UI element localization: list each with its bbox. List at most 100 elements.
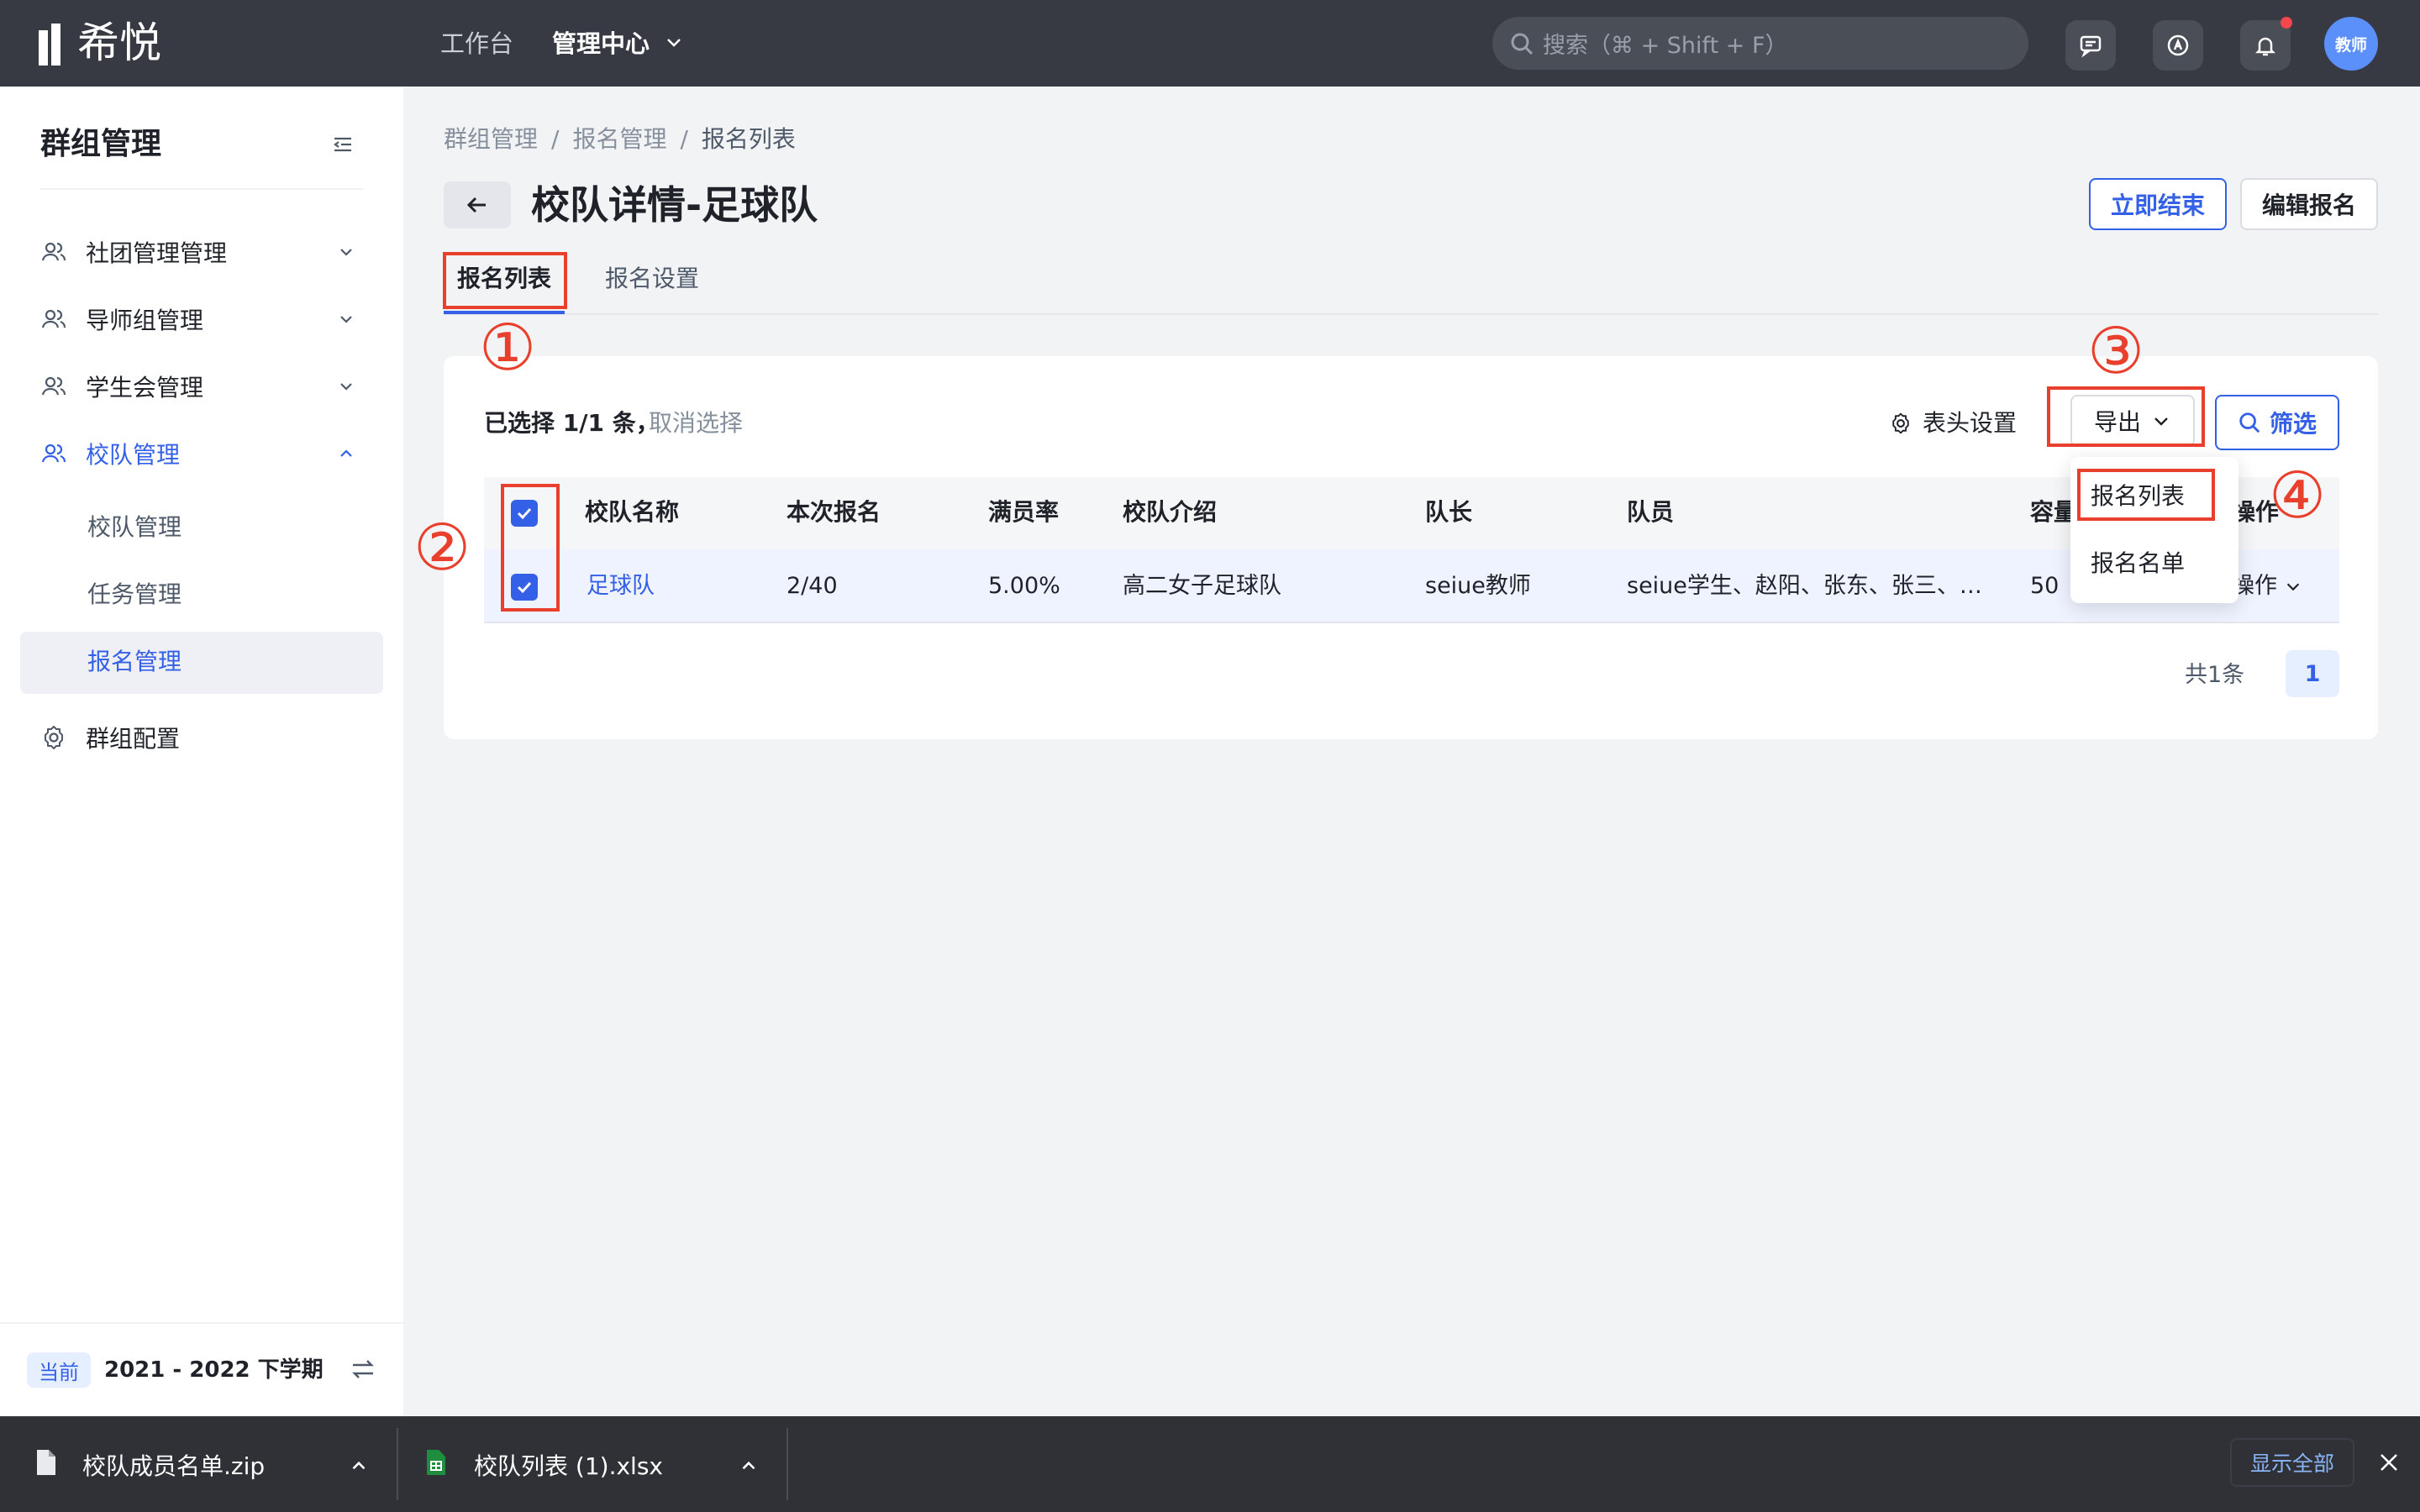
cell-members: seiue学生、赵阳、张东、张三、… [1627, 573, 1982, 599]
sidebar-subitem-team-manage[interactable]: 校队管理 [87, 511, 182, 544]
gear-icon [45, 726, 63, 749]
notification-dot [2281, 17, 2292, 29]
search-input[interactable]: 搜索（⌘ + Shift + F） [1492, 17, 2028, 70]
breadcrumb-sep: / [680, 125, 688, 153]
spreadsheet-icon [425, 1448, 447, 1477]
breadcrumb-sep: / [551, 125, 560, 153]
download-item-name[interactable]: 校队列表 (1).xlsx [474, 1450, 663, 1483]
chevron-down-icon [2286, 583, 2300, 591]
annotation-box-tab [443, 252, 567, 309]
sidebar-item-label: 校队管理 [86, 441, 181, 469]
search-icon [2239, 412, 2260, 433]
annotation-box-checkbox [501, 484, 560, 612]
search-icon [1511, 33, 1534, 55]
column-setting-label: 表头设置 [1923, 409, 2018, 437]
compass-icon [2167, 34, 2189, 56]
column-setting-button[interactable]: 表头设置 [1889, 407, 2017, 440]
swap-icon[interactable] [350, 1357, 376, 1381]
collapse-sidebar-icon[interactable] [331, 133, 355, 156]
sidebar-item-label: 学生会管理 [86, 374, 204, 402]
sidebar-subitem-task[interactable]: 任务管理 [87, 578, 182, 612]
export-option-roster[interactable]: 报名名单 [2091, 547, 2185, 580]
term-label: 2021 - 2022 下学期 [104, 1357, 324, 1383]
pagination-total: 共1条 [2185, 662, 2245, 688]
sidebar-item-mentor[interactable]: 导师组管理 [40, 301, 203, 338]
annotation-box-export-option [2077, 469, 2215, 521]
column-header: 校队介绍 [1123, 498, 1218, 526]
column-header: 队长 [1425, 498, 1473, 526]
chevron-down-icon[interactable] [336, 242, 356, 262]
avatar[interactable]: 教师 [2324, 17, 2378, 71]
filter-button[interactable]: 筛选 [2215, 395, 2339, 450]
row-action-label: 操作 [2232, 573, 2277, 599]
download-item-name[interactable]: 校队成员名单.zip [82, 1450, 265, 1483]
annotation-box-export [2047, 386, 2205, 447]
download-separator [786, 1428, 788, 1500]
nav-admin-center[interactable]: 管理中心 [552, 27, 650, 60]
users-icon [41, 444, 66, 463]
sidebar-item-team[interactable]: 校队管理 [40, 435, 180, 472]
cell-captain: seiue教师 [1425, 573, 1531, 599]
sidebar-item-student-union[interactable]: 学生会管理 [40, 368, 203, 405]
chevron-down-icon[interactable] [664, 32, 684, 52]
cell-rate: 5.00% [988, 573, 1060, 599]
column-header: 本次报名 [786, 498, 881, 526]
users-icon [41, 376, 66, 396]
breadcrumb: 群组管理 / 报名管理 / 报名列表 [444, 123, 796, 156]
row-action-button[interactable]: 操作 [2232, 570, 2302, 603]
show-all-downloads-button[interactable]: 显示全部 [2230, 1438, 2354, 1487]
download-separator [397, 1428, 398, 1500]
chevron-down-icon[interactable] [336, 376, 356, 396]
sidebar-divider [40, 188, 363, 190]
breadcrumb-item[interactable]: 报名管理 [572, 123, 666, 156]
selection-info: 已选择 1/1 条， [484, 409, 660, 437]
gear-icon [1892, 412, 1909, 434]
close-icon[interactable] [2378, 1452, 2400, 1473]
chevron-up-icon[interactable] [348, 1455, 370, 1477]
cell-intro: 高二女子足球队 [1123, 573, 1281, 599]
cell-capacity: 50 [2030, 573, 2060, 599]
logo-icon [39, 24, 60, 66]
tab-signup-setting[interactable]: 报名设置 [605, 262, 699, 296]
chat-icon [2080, 35, 2102, 58]
sidebar-title: 群组管理 [40, 127, 162, 161]
back-button[interactable] [444, 181, 511, 228]
term-badge: 当前 [27, 1352, 91, 1388]
annotation-number: ④ [2269, 458, 2327, 533]
arrow-left-icon [466, 197, 486, 213]
filter-label: 筛选 [2269, 410, 2317, 438]
sidebar-item-config[interactable]: 群组配置 [40, 719, 180, 756]
annotation-number: ② [413, 510, 471, 585]
chevron-up-icon[interactable] [336, 444, 356, 464]
logo-text: 希悦 [77, 18, 161, 67]
sidebar-item-label: 社团管理管理 [86, 239, 228, 267]
end-now-button[interactable]: 立即结束 [2089, 178, 2227, 230]
breadcrumb-current: 报名列表 [701, 125, 796, 153]
sidebar-subitem-signup[interactable]: 报名管理 [87, 645, 182, 679]
annotation-number: ③ [2087, 313, 2145, 388]
file-icon [35, 1448, 57, 1477]
table-row[interactable] [484, 549, 2339, 623]
message-button[interactable] [2065, 20, 2116, 71]
cancel-selection-link[interactable]: 取消选择 [649, 407, 743, 440]
team-name-link[interactable]: 足球队 [587, 570, 655, 603]
app-switch-button[interactable] [2153, 20, 2203, 71]
annotation-number: ① [479, 310, 537, 385]
users-icon [41, 242, 66, 261]
sidebar-item-club[interactable]: 社团管理管理 [40, 234, 227, 270]
column-header: 队员 [1627, 498, 1675, 526]
bell-icon [2254, 37, 2276, 56]
pagination-page[interactable]: 1 [2286, 650, 2339, 697]
sidebar-footer-divider [0, 1322, 403, 1324]
column-header: 校队名称 [585, 498, 680, 526]
breadcrumb-item[interactable]: 群组管理 [444, 123, 538, 156]
users-icon [41, 309, 66, 328]
edit-signup-button[interactable]: 编辑报名 [2240, 178, 2378, 230]
top-bar [0, 0, 2420, 87]
chevron-down-icon[interactable] [336, 309, 356, 329]
nav-workbench[interactable]: 工作台 [440, 27, 513, 60]
search-placeholder: 搜索（⌘ + Shift + F） [1543, 33, 1788, 59]
sidebar-active-bg [20, 632, 383, 694]
sidebar-item-label: 导师组管理 [86, 307, 204, 334]
chevron-up-icon[interactable] [738, 1455, 760, 1477]
